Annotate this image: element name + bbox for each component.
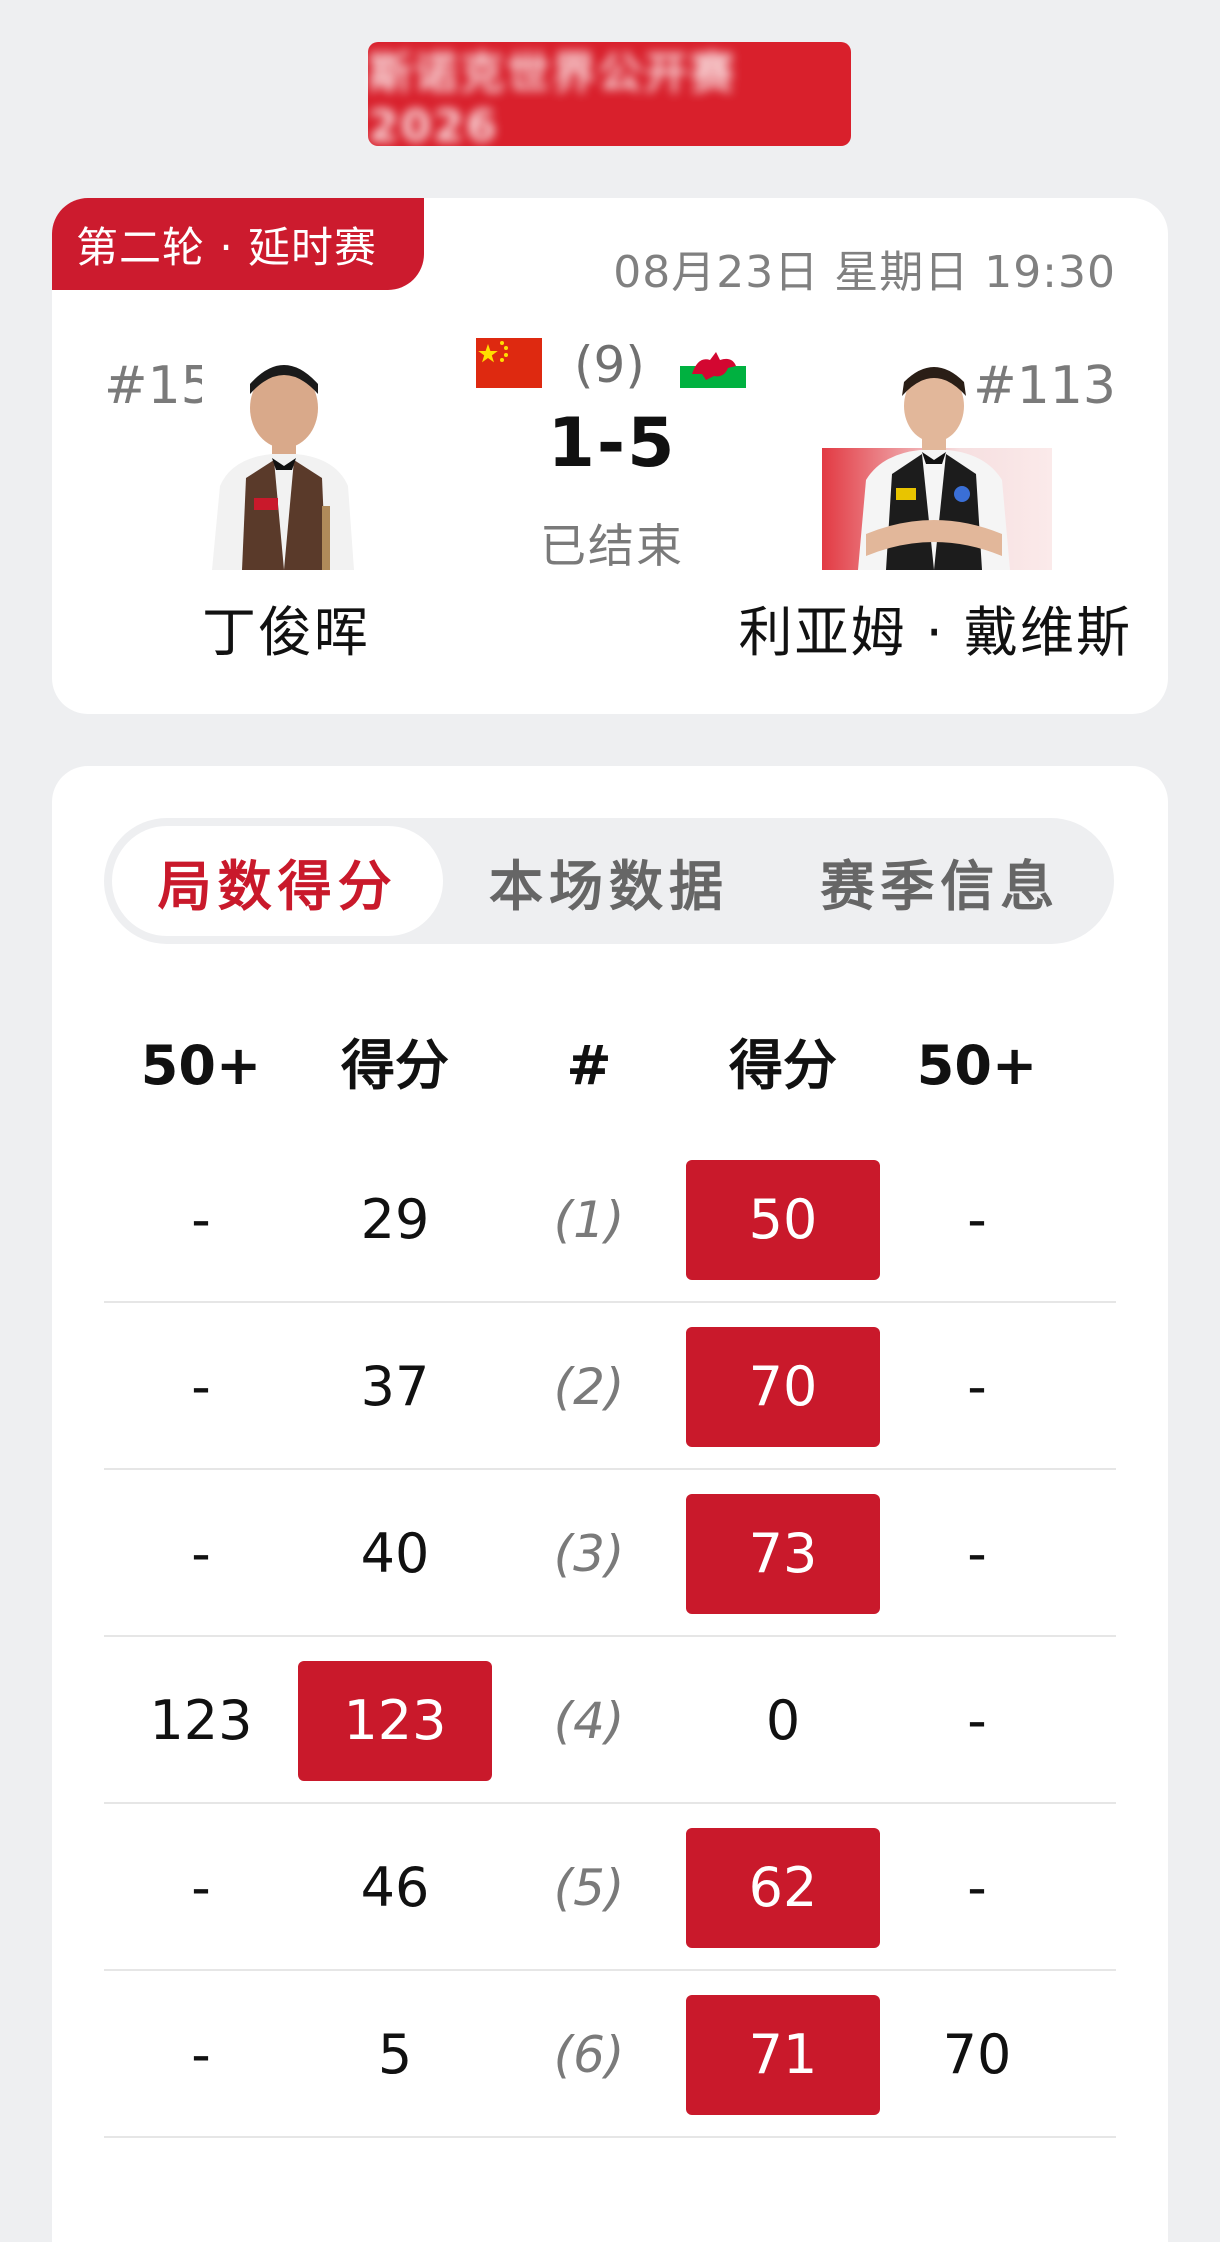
frames-card: 局数得分 本场数据 赛季信息 50+ 得分 # 得分 50+ - 29 (1) …	[52, 766, 1168, 2242]
match-score: 1-5	[547, 404, 677, 483]
left-player-name[interactable]: 丁俊晖	[202, 588, 370, 667]
header-left-breaks: 50+	[140, 1034, 262, 1097]
wales-flag-icon	[680, 344, 746, 388]
right-player-avatar[interactable]	[822, 356, 1052, 570]
left-break: -	[191, 1355, 211, 1418]
china-flag-icon	[476, 338, 542, 388]
frame-number: (4)	[553, 1692, 625, 1750]
left-break: -	[191, 1856, 211, 1919]
tab-frame-scores[interactable]: 局数得分	[112, 826, 444, 936]
right-break: -	[967, 1522, 987, 1585]
right-score: 62	[686, 1828, 880, 1948]
left-break: -	[191, 1188, 211, 1251]
tournament-banner[interactable]: 斯诺克世界公开赛2026	[368, 42, 851, 152]
right-player-name[interactable]: 利亚姆 · 戴维斯	[739, 588, 1133, 667]
match-status: 已结束	[540, 519, 684, 573]
left-break: 123	[149, 1689, 253, 1752]
header-right-breaks: 50+	[916, 1034, 1038, 1097]
frame-number: (2)	[553, 1358, 625, 1416]
match-card: 第二轮 · 延时赛 08月23日 星期日 19:30 #15 #113 丁俊晖 …	[52, 198, 1168, 714]
left-break: -	[191, 1522, 211, 1585]
left-break: -	[191, 2023, 211, 2086]
header-right-score: 得分	[729, 1034, 837, 1097]
left-score: 29	[360, 1188, 430, 1251]
page: 斯诺克世界公开赛2026 第二轮 · 延时赛 08月23日 星期日 19:30 …	[0, 0, 1220, 2242]
frame-number: (1)	[553, 1191, 625, 1249]
right-score: 73	[686, 1494, 880, 1614]
right-score: 71	[686, 1995, 880, 2115]
left-score: 5	[377, 2023, 413, 2086]
table-row: - 5 (6) 71 70	[104, 1971, 1116, 2138]
right-break: -	[967, 1856, 987, 1919]
banner-title: 斯诺克世界公开赛2026	[368, 47, 736, 152]
right-break: -	[967, 1689, 987, 1752]
match-datetime: 08月23日 星期日 19:30	[613, 247, 1116, 298]
table-row: - 29 (1) 50 -	[104, 1136, 1116, 1303]
left-player-rank: #15	[104, 356, 214, 416]
right-break: 70	[942, 2023, 1012, 2086]
table-row: - 37 (2) 70 -	[104, 1303, 1116, 1470]
left-player-avatar[interactable]	[202, 346, 362, 570]
table-row: - 40 (3) 73 -	[104, 1470, 1116, 1637]
header-frame-number: #	[566, 1034, 612, 1097]
tab-match-stats[interactable]: 本场数据	[443, 826, 774, 936]
right-score: 70	[686, 1327, 880, 1447]
tab-bar: 局数得分 本场数据 赛季信息	[104, 818, 1114, 944]
round-badge: 第二轮 · 延时赛	[52, 198, 424, 290]
best-of-frames: (9)	[574, 336, 645, 394]
tab-season-info[interactable]: 赛季信息	[775, 826, 1106, 936]
frame-number: (3)	[553, 1525, 625, 1583]
left-score: 46	[360, 1856, 430, 1919]
table-header: 50+ 得分 # 得分 50+	[104, 1016, 1116, 1116]
frame-number: (5)	[553, 1859, 625, 1917]
right-break: -	[967, 1355, 987, 1418]
right-break: -	[967, 1188, 987, 1251]
left-score: 123	[298, 1661, 492, 1781]
right-score: 0	[765, 1689, 801, 1752]
right-score: 50	[686, 1160, 880, 1280]
header-left-score: 得分	[341, 1034, 449, 1097]
table-row: 123 123 (4) 0 -	[104, 1637, 1116, 1804]
frame-number: (6)	[553, 2026, 625, 2084]
left-score: 37	[360, 1355, 430, 1418]
left-score: 40	[360, 1522, 430, 1585]
table-row: - 46 (5) 62 -	[104, 1804, 1116, 1971]
